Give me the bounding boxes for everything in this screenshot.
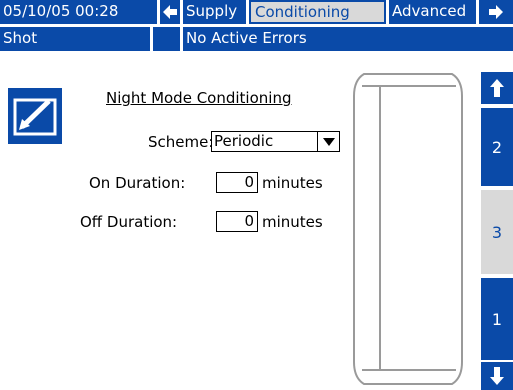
page-2-button[interactable]: 2 bbox=[481, 108, 513, 186]
arrow-right-icon bbox=[489, 5, 503, 19]
off-duration-unit: minutes bbox=[262, 213, 323, 231]
tab-advanced[interactable]: Advanced bbox=[389, 0, 476, 24]
scheme-value: Periodic bbox=[214, 132, 274, 150]
arrow-down-icon bbox=[490, 367, 504, 385]
scroll-down-button[interactable] bbox=[481, 362, 513, 390]
next-screen-button[interactable] bbox=[479, 0, 513, 24]
page-3-button[interactable]: 3 bbox=[481, 190, 513, 274]
dropdown-arrow-icon bbox=[317, 132, 339, 151]
edit-button[interactable] bbox=[8, 88, 62, 144]
on-duration-unit: minutes bbox=[262, 174, 323, 192]
section-title: Night Mode Conditioning bbox=[106, 89, 292, 107]
edit-icon bbox=[13, 98, 57, 136]
tab-conditioning[interactable]: Conditioning bbox=[249, 0, 386, 24]
status-indicator bbox=[153, 27, 180, 51]
date-time-display: 05/10/05 00:28 bbox=[0, 0, 157, 24]
scheme-label: Scheme: bbox=[148, 133, 214, 151]
scroll-up-button[interactable] bbox=[481, 72, 513, 104]
arrow-left-icon bbox=[163, 5, 177, 19]
arrow-up-icon bbox=[490, 79, 504, 97]
tank-graphic bbox=[353, 73, 463, 385]
off-duration-input[interactable]: 0 bbox=[216, 211, 258, 232]
tab-supply[interactable]: Supply bbox=[183, 0, 246, 24]
off-duration-label: Off Duration: bbox=[80, 213, 178, 231]
error-status: No Active Errors bbox=[183, 27, 513, 51]
on-duration-label: On Duration: bbox=[89, 174, 186, 192]
on-duration-input[interactable]: 0 bbox=[216, 172, 258, 193]
status-mode: Shot bbox=[0, 27, 150, 51]
scheme-select[interactable]: Periodic bbox=[211, 131, 340, 152]
prev-screen-button[interactable] bbox=[160, 0, 180, 24]
page-1-button[interactable]: 1 bbox=[481, 278, 513, 360]
